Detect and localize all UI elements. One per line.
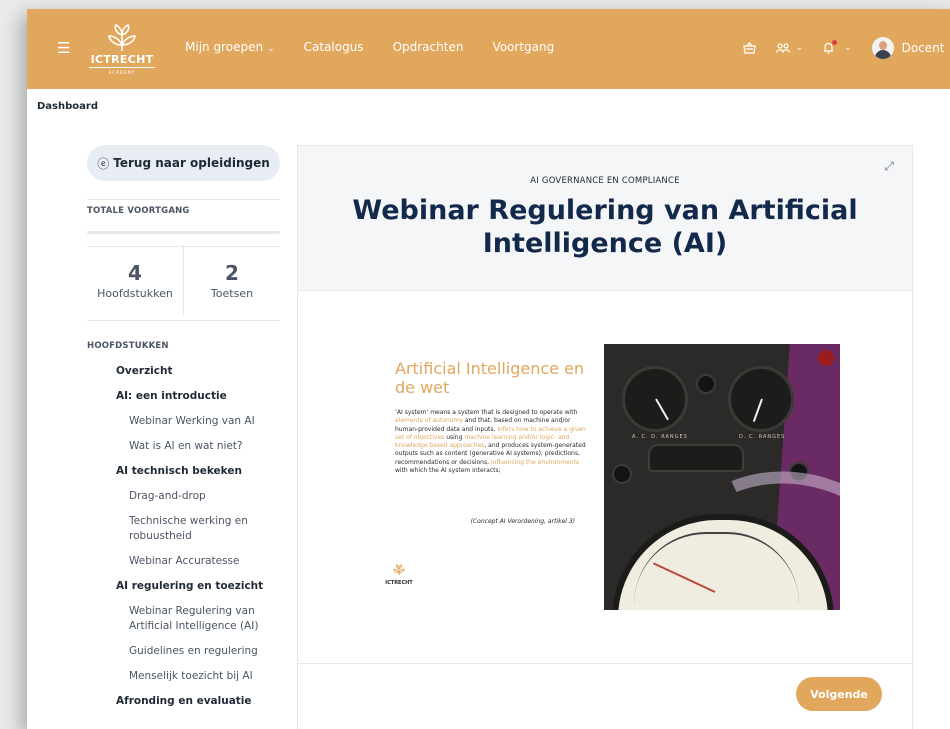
toc-lesson[interactable]: Webinar Regulering van Artificial Intell… [82, 599, 264, 639]
toc-chapter[interactable]: AI technisch bekeken [82, 459, 292, 484]
divider [298, 663, 912, 664]
stat-value: 2 [225, 261, 239, 285]
back-to-courses-button[interactable]: ⓔ Terug naar opleidingen [87, 145, 280, 181]
divider [87, 199, 280, 200]
course-sidebar: ⓔ Terug naar opleidingen TOTALE VOORTGAN… [82, 145, 282, 707]
chapter-list: Overzicht AI: een introductie Webinar Werk… [82, 359, 292, 714]
course-stats: 4 Hoofdstukken 2 Toetsen [87, 245, 280, 315]
chevron-down-icon: ⌄ [844, 43, 852, 53]
logo-leaves-icon [108, 23, 136, 52]
header-tools: ⌄ ⌄ Docent ⌄ [723, 35, 950, 61]
slide-text: using [444, 433, 465, 441]
toc-chapter[interactable]: Overzicht [82, 359, 292, 384]
photo-dial-right [728, 366, 794, 432]
slide-logo: ICTRECHT [384, 561, 414, 586]
photo-plate-left-text: A. C. D. RANGES [632, 434, 688, 440]
nav-voortgang[interactable]: Voortgang [492, 40, 554, 54]
toc-lesson[interactable]: Webinar Werking van AI [82, 409, 264, 434]
toc-lesson[interactable]: Webinar Accuratesse [82, 549, 264, 574]
chevron-down-icon: ⌄ [267, 44, 275, 54]
user-menu[interactable]: Docent ⌄ [871, 37, 950, 59]
nav-opdrachten[interactable]: Opdrachten [393, 40, 464, 54]
stat-value: 4 [128, 261, 142, 285]
slide-highlight: elements of autonomy [395, 417, 463, 425]
photo-red-knob [818, 350, 834, 366]
app-window: ☰ ICTRECHT ACADEMY Mijn groepen ⌄ Catalog… [27, 9, 950, 729]
toc-chapter[interactable]: Afronding en evaluatie [82, 689, 292, 714]
photo-knob [696, 374, 716, 394]
photo-plate-right-text: D. C. RANGES [739, 434, 786, 440]
breadcrumb[interactable]: Dashboard [37, 101, 98, 112]
divider [87, 320, 280, 321]
nav-catalogus[interactable]: Catalogus [304, 40, 364, 54]
slide-logo-text: ICTRECHT [385, 580, 413, 586]
logo-subtext: ACADEMY [108, 70, 136, 75]
stat-label: Toetsen [210, 287, 254, 300]
slide-text: ‘AI system’ means a system that is desig… [395, 409, 578, 416]
nav-mijn-groepen[interactable]: Mijn groepen ⌄ [185, 40, 275, 54]
toc-chapter[interactable]: AI regulering en toezicht [82, 574, 292, 599]
users-icon [776, 43, 791, 53]
slide-highlight: influencing the environments [490, 458, 580, 466]
toc-lesson[interactable]: Menselijk toezicht bij AI [82, 664, 264, 689]
chapters-label: HOOFDSTUKKEN [87, 341, 169, 351]
chevron-down-icon: ⌄ [795, 43, 804, 53]
slide-photo: A. C. D. RANGES D. C. RANGES [604, 344, 840, 610]
hamburger-icon[interactable]: ☰ [57, 39, 70, 57]
toc-lesson[interactable]: Technische werking en robuustheid [82, 509, 264, 549]
top-navbar: ☰ ICTRECHT ACADEMY Mijn groepen ⌄ Catalog… [27, 9, 950, 89]
lesson-card: ⤢ AI GOVERNANCE EN COMPLIANCE Webinar Re… [297, 145, 913, 729]
expand-icon[interactable]: ⤢ [884, 159, 894, 174]
toc-lesson[interactable]: Guidelines en regulering [82, 639, 264, 664]
avatar [871, 37, 894, 59]
logo[interactable]: ICTRECHT ACADEMY [87, 21, 157, 77]
users-switcher[interactable]: ⌄ [776, 43, 803, 53]
next-button[interactable]: Volgende [796, 677, 882, 711]
main-nav: Mijn groepen ⌄ Catalogus Opdrachten Voort… [185, 40, 583, 54]
toc-lesson[interactable]: Drag-and-drop [82, 484, 264, 509]
progress-label: TOTALE VOORTGANG [87, 206, 190, 216]
progress-bar [87, 231, 280, 234]
photo-plate [648, 444, 744, 472]
photo-knob [612, 464, 632, 484]
logo-text: ICTRECHT [89, 53, 155, 68]
photo-dial-left [622, 366, 688, 432]
toc-chapter[interactable]: AI: een introductie [82, 384, 292, 409]
stat-chapters: 4 Hoofdstukken [87, 245, 183, 315]
user-label: Docent [901, 41, 945, 55]
basket-icon[interactable] [743, 42, 757, 54]
stat-label: Hoofdstukken [97, 287, 173, 300]
slide-text: with which the AI system interacts; [395, 467, 501, 475]
notifications[interactable]: ⌄ [823, 39, 852, 54]
slide-body: ‘AI system’ means a system that is desig… [395, 409, 591, 475]
slide-title: Artificial Intelligence en de wet [395, 359, 585, 397]
slide-citation: (Concept AI Verordening, artikel 3) [470, 518, 575, 525]
webinar-slide[interactable]: Artificial Intelligence en de wet ‘AI sy… [368, 331, 848, 611]
stat-tests: 2 Toetsen [183, 245, 280, 315]
lesson-subtitle: AI GOVERNANCE EN COMPLIANCE [530, 176, 680, 186]
toc-lesson[interactable]: Wat is AI en wat niet? [82, 434, 264, 459]
arrow-left-circle-icon: ⓔ [97, 156, 110, 171]
notification-dot [832, 39, 838, 45]
lesson-header: ⤢ AI GOVERNANCE EN COMPLIANCE Webinar Re… [298, 146, 912, 291]
logo-leaves-icon [393, 564, 405, 576]
lesson-title: Webinar Regulering van Artificial Intell… [352, 195, 858, 259]
